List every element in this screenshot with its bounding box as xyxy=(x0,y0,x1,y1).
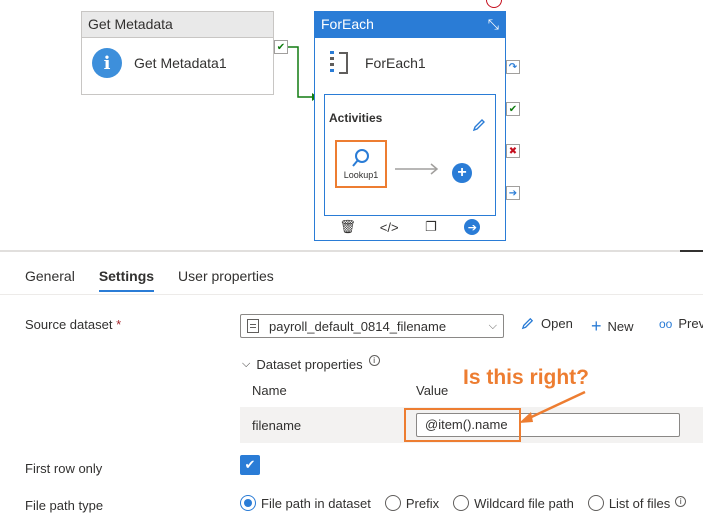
success-output-icon[interactable]: ✔ xyxy=(506,102,520,116)
file-path-type-radios: File path in dataset Prefix Wildcard fil… xyxy=(240,495,687,511)
tabs-divider xyxy=(0,294,703,295)
preview-label: Prev xyxy=(678,316,703,331)
get-metadata-header: Get Metadata xyxy=(82,12,273,38)
delete-icon[interactable]: 🗑 xyxy=(339,218,357,236)
tab-settings[interactable]: Settings xyxy=(98,268,155,292)
flow-arrow-icon xyxy=(395,163,439,175)
tab-general[interactable]: General xyxy=(25,268,75,292)
activity-toolbar: 🗑 </> ❐ ➔ xyxy=(315,218,505,236)
radio-prefix[interactable]: Prefix xyxy=(384,495,440,511)
collapse-icon[interactable]: ⤡ xyxy=(488,16,499,33)
success-output-icon[interactable]: ✔ xyxy=(274,40,288,54)
radio-label: List of files xyxy=(608,495,671,511)
plus-icon: + xyxy=(591,316,602,336)
chevron-down-icon: ⌵ xyxy=(488,319,497,332)
radio-dot xyxy=(453,495,470,511)
glasses-icon: oo xyxy=(659,316,673,331)
resize-handle[interactable] xyxy=(680,250,703,252)
open-label: Open xyxy=(541,316,573,331)
annotation-text: Is this right? xyxy=(463,366,589,389)
foreach-name: ForEach1 xyxy=(365,55,426,71)
annotation-arrow-icon xyxy=(519,390,586,423)
get-metadata-activity[interactable]: Get Metadata i Get Metadata1 xyxy=(81,11,274,95)
source-dataset-value: payroll_default_0814_filename xyxy=(269,318,447,334)
activities-container[interactable]: Activities Lookup1 + xyxy=(324,94,496,216)
value-highlight-box xyxy=(404,408,521,442)
preview-button[interactable]: oo Prev xyxy=(659,316,703,331)
checkmark-icon: ✔ xyxy=(244,457,256,472)
file-path-type-label: File path type xyxy=(25,498,104,513)
radio-list-of-files[interactable]: List of files i xyxy=(587,495,687,511)
dataset-properties-label: Dataset properties xyxy=(256,357,363,372)
first-row-only-label: First row only xyxy=(25,461,103,476)
first-row-only-checkbox[interactable]: ✔ xyxy=(240,455,260,475)
foreach-header: ForEach xyxy=(321,16,374,32)
pipeline-canvas[interactable]: Get Metadata i Get Metadata1 ✔ ForEach ⤡… xyxy=(0,0,703,250)
radio-dot xyxy=(384,495,401,511)
new-label: New xyxy=(607,319,634,334)
radio-label: Wildcard file path xyxy=(474,495,574,511)
property-name: filename xyxy=(252,418,302,433)
radio-dot xyxy=(587,495,604,511)
source-dataset-label: Source dataset * xyxy=(25,317,121,332)
info-icon: i xyxy=(368,355,380,366)
canvas-divider[interactable] xyxy=(0,250,703,252)
completion-output-icon[interactable]: ➔ xyxy=(506,186,520,200)
required-marker: * xyxy=(116,317,122,332)
radio-label: File path in dataset xyxy=(261,495,371,511)
pencil-icon xyxy=(521,317,534,330)
lookup-magnifier-icon xyxy=(352,149,369,167)
go-arrow-icon[interactable]: ➔ xyxy=(463,218,481,236)
info-icon: i xyxy=(92,48,122,78)
foreach-activity[interactable]: ForEach ⤡ ForEach1 Activities Lookup1 + … xyxy=(314,11,506,241)
source-dataset-select[interactable]: payroll_default_0814_filename ⌵ xyxy=(240,314,504,338)
column-header-value: Value xyxy=(416,383,449,398)
skip-output-icon[interactable]: ↷ xyxy=(506,60,520,74)
open-button[interactable]: Open xyxy=(520,316,573,331)
activities-label: Activities xyxy=(329,111,383,125)
dataset-properties-toggle[interactable]: ⌵ Dataset properties i xyxy=(242,355,380,374)
radio-file-path-in-dataset[interactable]: File path in dataset xyxy=(240,495,371,511)
lookup-activity[interactable]: Lookup1 xyxy=(335,140,387,188)
radio-wildcard-file-path[interactable]: Wildcard file path xyxy=(453,495,574,511)
column-header-name: Name xyxy=(252,383,287,398)
failure-output-icon[interactable]: ✖ xyxy=(506,144,520,158)
get-metadata-name: Get Metadata1 xyxy=(134,55,227,71)
source-dataset-text: Source dataset xyxy=(25,317,113,332)
copy-icon[interactable]: ❐ xyxy=(422,218,440,236)
add-activity-button[interactable]: + xyxy=(452,163,472,183)
foreach-icon xyxy=(330,51,348,74)
info-icon: i xyxy=(675,495,687,507)
success-connector xyxy=(288,46,312,98)
radio-dot xyxy=(240,495,256,511)
code-icon[interactable]: </> xyxy=(380,218,399,236)
edit-pencil-icon[interactable] xyxy=(471,117,487,133)
properties-tabs: General Settings User properties xyxy=(25,268,274,292)
chevron-down-icon: ⌵ xyxy=(242,358,251,370)
new-button[interactable]: + New xyxy=(591,316,634,337)
tab-user-properties[interactable]: User properties xyxy=(178,268,274,292)
radio-label: Prefix xyxy=(405,495,440,511)
dataset-icon xyxy=(247,319,259,333)
lookup-label: Lookup1 xyxy=(343,170,379,180)
